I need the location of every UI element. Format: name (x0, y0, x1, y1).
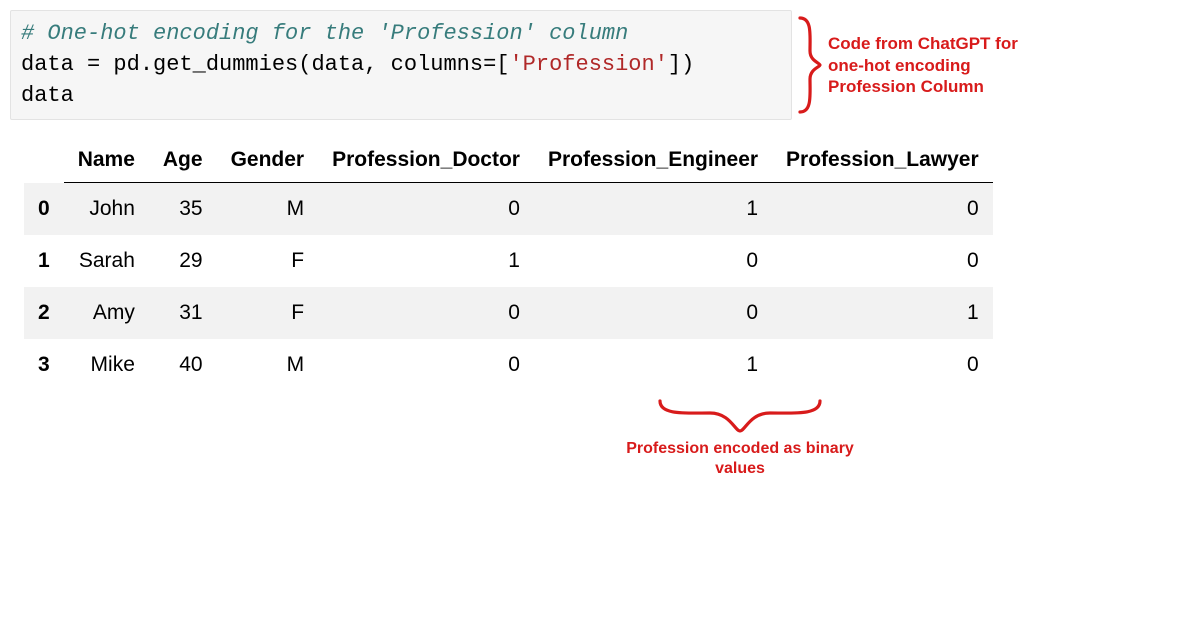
code-comment: # One-hot encoding for the 'Profession' … (21, 21, 628, 46)
cell-idx: 1 (24, 235, 64, 287)
table-row: 0 John 35 M 0 1 0 (24, 183, 993, 236)
col-pe: Profession_Engineer (534, 142, 772, 183)
table-row: 3 Mike 40 M 0 1 0 (24, 339, 993, 391)
cell-pe: 0 (534, 287, 772, 339)
code-line2-string: 'Profession' (509, 52, 667, 77)
table-row: 2 Amy 31 F 0 0 1 (24, 287, 993, 339)
cell-pe: 1 (534, 339, 772, 391)
code-line2-post: ]) (668, 52, 694, 77)
cell-name: Sarah (64, 235, 149, 287)
cell-name: Amy (64, 287, 149, 339)
code-line3: data (21, 83, 74, 108)
cell-pl: 0 (772, 339, 993, 391)
cell-pl: 1 (772, 287, 993, 339)
cell-pd: 1 (318, 235, 534, 287)
col-pd: Profession_Doctor (318, 142, 534, 183)
col-gender: Gender (217, 142, 319, 183)
table-header-row: Name Age Gender Profession_Doctor Profes… (24, 142, 993, 183)
cell-age: 35 (149, 183, 217, 236)
cell-pd: 0 (318, 339, 534, 391)
cell-name: Mike (64, 339, 149, 391)
table-row: 1 Sarah 29 F 1 0 0 (24, 235, 993, 287)
brace-right-icon (796, 15, 824, 115)
cell-pe: 1 (534, 183, 772, 236)
bottom-annotation-group: Profession encoded as binary values (610, 397, 870, 479)
cell-pd: 0 (318, 287, 534, 339)
col-pl: Profession_Lawyer (772, 142, 993, 183)
cell-gender: F (217, 287, 319, 339)
brace-down-icon (655, 397, 825, 437)
cell-idx: 3 (24, 339, 64, 391)
cell-gender: F (217, 235, 319, 287)
cell-gender: M (217, 339, 319, 391)
cell-pd: 0 (318, 183, 534, 236)
cell-age: 40 (149, 339, 217, 391)
code-with-annotation: # One-hot encoding for the 'Profession' … (10, 10, 1190, 120)
cell-pl: 0 (772, 183, 993, 236)
cell-name: John (64, 183, 149, 236)
code-line2-pre: data = pd.get_dummies(data, columns=[ (21, 52, 509, 77)
dataframe-table: Name Age Gender Profession_Doctor Profes… (24, 142, 993, 391)
cell-idx: 2 (24, 287, 64, 339)
annotation-right: Code from ChatGPT for one-hot encoding P… (828, 33, 1048, 97)
cell-age: 29 (149, 235, 217, 287)
cell-pl: 0 (772, 235, 993, 287)
code-cell[interactable]: # One-hot encoding for the 'Profession' … (10, 10, 792, 120)
cell-gender: M (217, 183, 319, 236)
col-index (24, 142, 64, 183)
col-age: Age (149, 142, 217, 183)
col-name: Name (64, 142, 149, 183)
annotation-bottom: Profession encoded as binary values (610, 439, 870, 479)
cell-age: 31 (149, 287, 217, 339)
cell-idx: 0 (24, 183, 64, 236)
cell-pe: 0 (534, 235, 772, 287)
